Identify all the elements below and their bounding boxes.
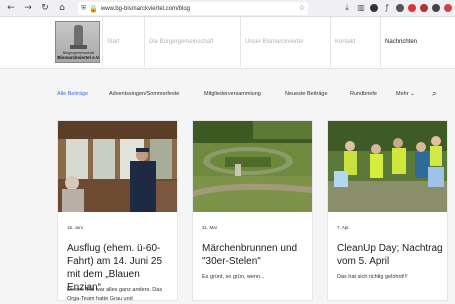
- menu-item-label: Unser Bismarckviertel: [245, 39, 304, 45]
- bookmark-star-icon[interactable]: ☆: [299, 4, 305, 12]
- lock-icon[interactable]: 🔒: [89, 5, 98, 13]
- post-image[interactable]: [328, 121, 447, 212]
- post-card-maerchenbrunnen[interactable]: 31. Mai Märchenbrunnen und "30er-Stelen"…: [192, 120, 313, 301]
- extension-icon[interactable]: [396, 4, 404, 12]
- menu-item-label: Start: [107, 39, 120, 45]
- shield-icon[interactable]: ⛨: [81, 4, 86, 13]
- back-icon[interactable]: ←: [5, 2, 17, 14]
- menu-item-label: Die Bürgergemeinschaft: [149, 39, 214, 45]
- post-title[interactable]: Märchenbrunnen und "30er-Stelen": [202, 242, 310, 268]
- post-date: 31. Mai: [202, 225, 217, 230]
- addon-dark-icon[interactable]: [432, 4, 440, 12]
- home-icon[interactable]: ⌂: [56, 2, 68, 14]
- category-filter-bar: Alle Beiträge Adventssingen/Sommerfeste …: [0, 85, 455, 107]
- statue-icon: [74, 25, 83, 47]
- pocket-icon[interactable]: ƒ: [382, 2, 392, 14]
- menu-item-label: Nachrichten: [385, 39, 418, 45]
- statue-base: [70, 45, 87, 49]
- reload-icon[interactable]: ↻: [39, 2, 51, 14]
- addon-pdf-icon[interactable]: [420, 4, 428, 12]
- menu-item-buergergemeinschaft[interactable]: Die Bürgergemeinschaft: [144, 17, 240, 67]
- site-header: Bürgergemeinschaft Bismarckviertel e.V. …: [0, 17, 455, 69]
- download-icon[interactable]: ⤓: [342, 2, 352, 14]
- forward-icon[interactable]: →: [22, 2, 34, 14]
- post-card-cleanup[interactable]: 7. Apr. CleanUp Day; Nachtrag vom 5. Apr…: [327, 120, 448, 301]
- addon-shield-icon[interactable]: [444, 4, 452, 12]
- address-bar[interactable]: ⛨ 🔒 www.bg-bismarckviertel.com/blog ☆: [78, 2, 308, 15]
- post-image[interactable]: [58, 121, 177, 212]
- post-title[interactable]: CleanUp Day; Nachtrag vom 5. April: [337, 242, 445, 268]
- post-image[interactable]: [193, 121, 312, 212]
- account-icon[interactable]: [370, 4, 378, 12]
- logo-line-2: Bismarckviertel e.V.: [57, 55, 100, 60]
- filter-all[interactable]: Alle Beiträge: [57, 91, 88, 97]
- filter-meeting[interactable]: Mitgliederversammlung: [204, 91, 261, 97]
- browser-toolbar: ← → ↻ ⌂ ⛨ 🔒 www.bg-bismarckviertel.com/b…: [0, 0, 455, 17]
- main-menu: Start Die Bürgergemeinschaft Unser Bisma…: [102, 17, 446, 67]
- chevron-down-icon: ⌄: [410, 91, 415, 97]
- filter-news[interactable]: Neueste Beiträge: [285, 91, 328, 97]
- library-icon[interactable]: ▥: [356, 2, 366, 14]
- post-card-ausflug[interactable]: 15. Juni Ausflug (ehem. ü-60-Fahrt) am 1…: [57, 120, 178, 302]
- site-logo[interactable]: Bürgergemeinschaft Bismarckviertel e.V.: [55, 21, 100, 63]
- addon-red-icon[interactable]: [408, 4, 416, 12]
- post-excerpt: Das hat sich richtig gelohnt!!!: [337, 274, 408, 280]
- url-text[interactable]: www.bg-bismarckviertel.com/blog: [101, 6, 190, 12]
- post-date: 7. Apr.: [337, 225, 350, 230]
- post-excerpt: Dieses Mal war alles ganz anders. Das Or…: [67, 287, 163, 302]
- filter-letters[interactable]: Rundbriefe: [350, 91, 377, 97]
- menu-item-label: Kontakt: [335, 39, 356, 45]
- post-date: 15. Juni: [67, 225, 83, 230]
- toolbar-icons: ⤓ ▥ ƒ: [342, 2, 452, 14]
- post-excerpt: Es grünt, so grün, wenn...: [202, 274, 265, 280]
- filter-more-label: Mehr: [396, 91, 409, 97]
- search-icon[interactable]: ⌕: [432, 89, 436, 99]
- filter-advent[interactable]: Adventssingen/Sommerfeste: [109, 91, 179, 97]
- menu-item-bismarckviertel[interactable]: Unser Bismarckviertel: [240, 17, 330, 67]
- filter-more[interactable]: Mehr ⌄: [396, 91, 415, 97]
- menu-item-start[interactable]: Start: [102, 17, 144, 67]
- menu-item-nachrichten[interactable]: Nachrichten: [380, 17, 446, 67]
- menu-item-kontakt[interactable]: Kontakt: [330, 17, 380, 67]
